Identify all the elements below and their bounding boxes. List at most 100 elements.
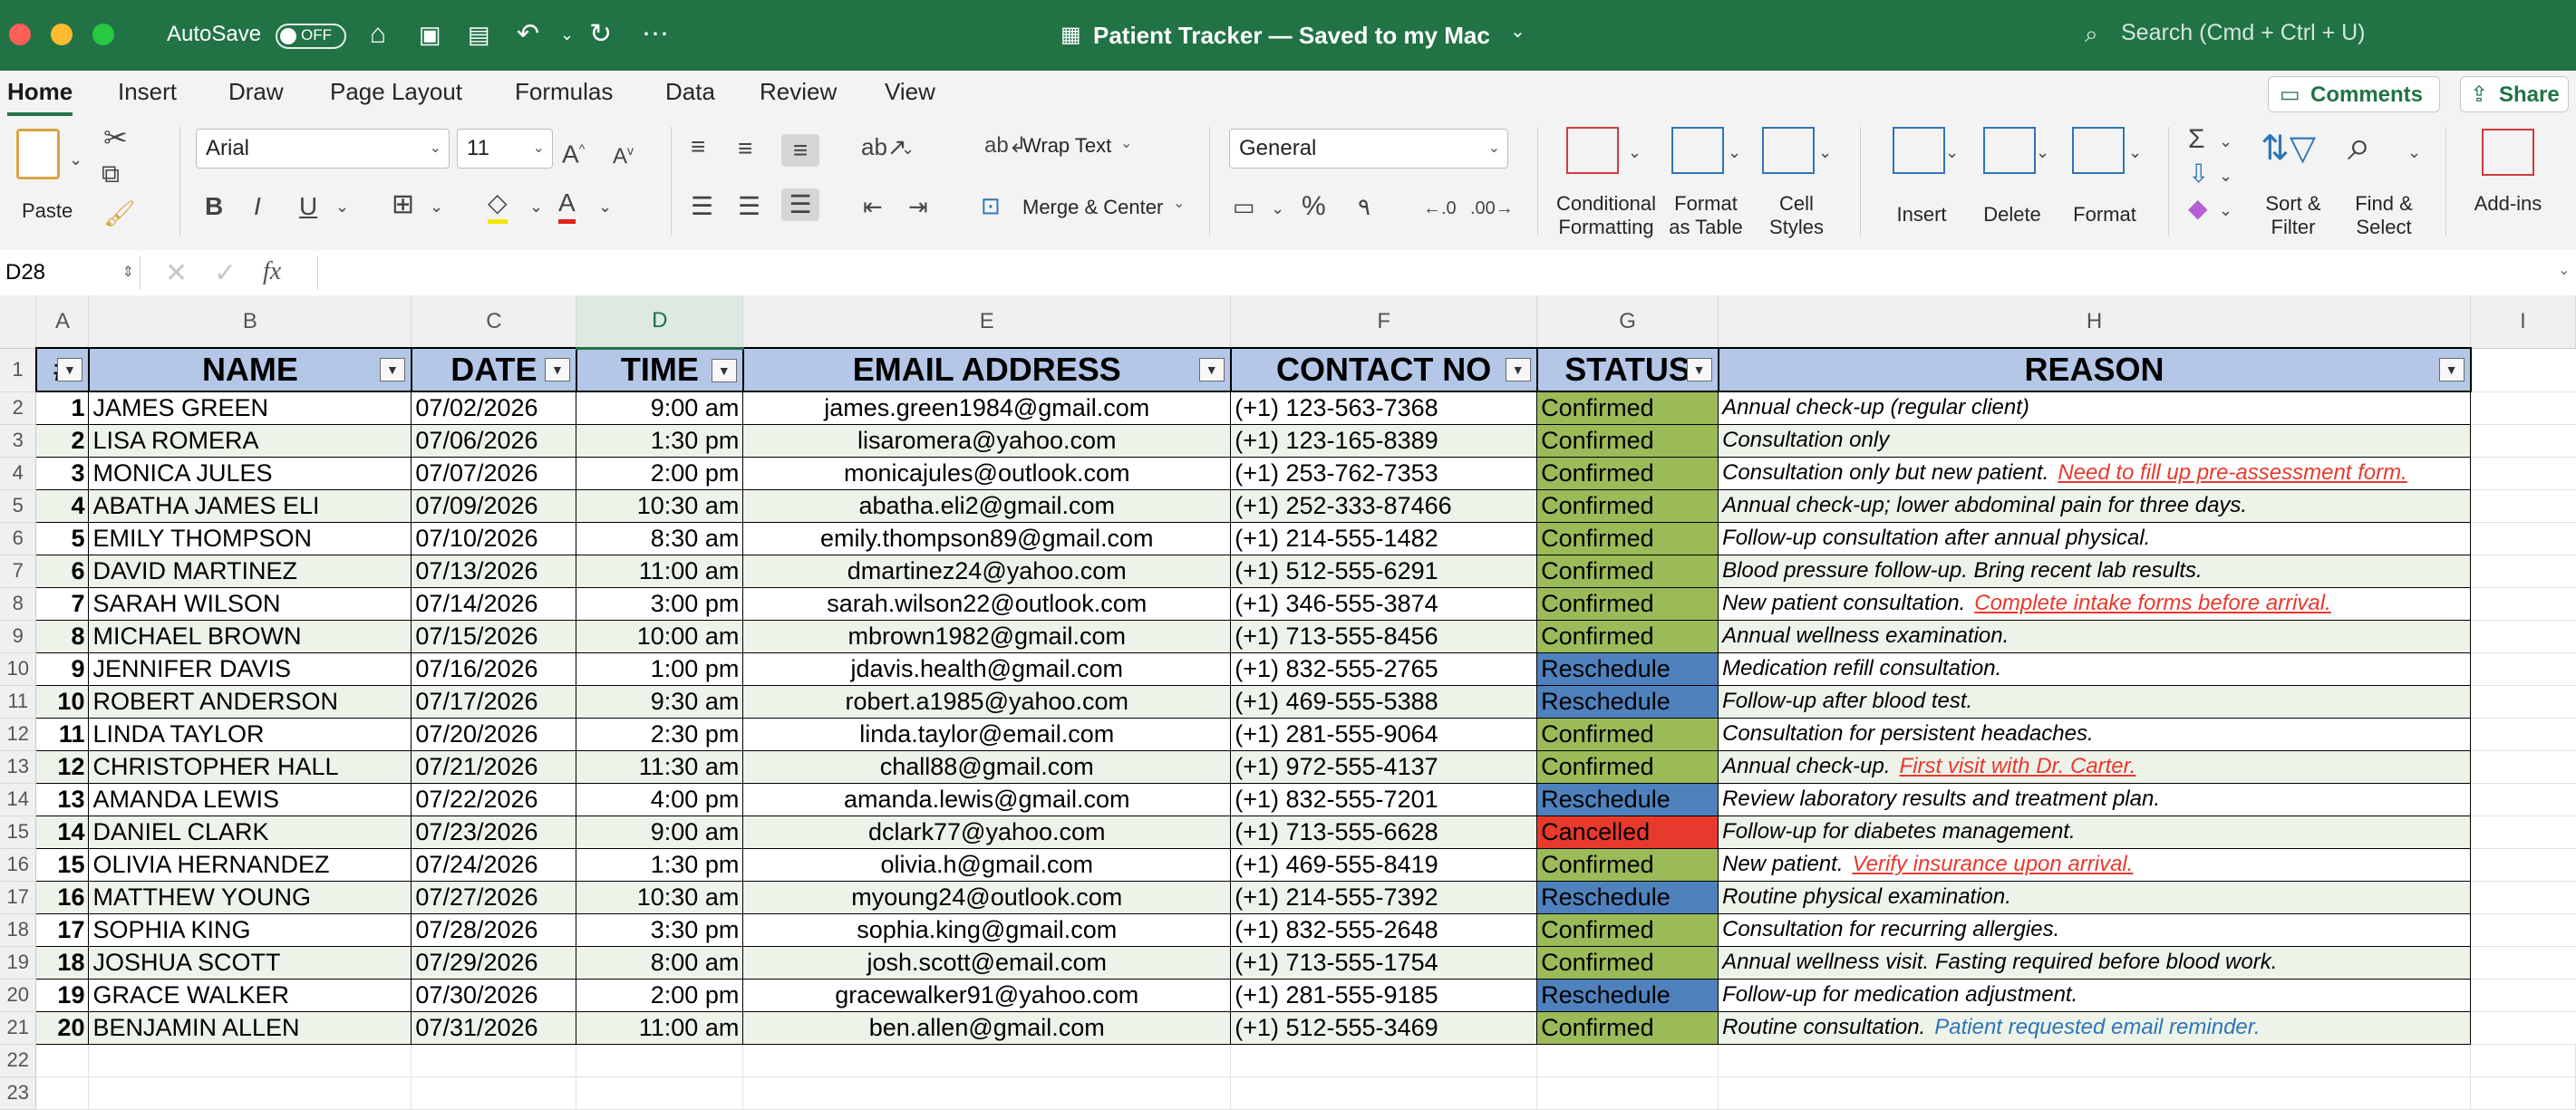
cell-number[interactable]: 18 xyxy=(35,945,90,980)
empty-cell[interactable] xyxy=(2470,848,2576,882)
cell-contact[interactable]: (+1) 469-555-8419 xyxy=(1230,847,1538,882)
empty-cell[interactable] xyxy=(2470,587,2576,621)
cell-status[interactable]: Confirmed xyxy=(1536,554,1719,588)
cell-status[interactable]: Confirmed xyxy=(1536,749,1719,784)
row-header[interactable]: 19 xyxy=(0,946,37,980)
copy-icon[interactable]: ⧉ xyxy=(102,158,120,190)
cell-contact[interactable]: (+1) 713-555-8456 xyxy=(1230,619,1538,653)
cell-status[interactable]: Confirmed xyxy=(1536,717,1719,751)
cell-time[interactable]: 3:30 pm xyxy=(576,912,744,947)
row-header[interactable]: 15 xyxy=(0,816,37,849)
decrease-font-size-icon[interactable]: Av xyxy=(613,134,634,173)
cell-reason[interactable]: Follow-up consultation after annual phys… xyxy=(1718,521,2472,555)
cell-name[interactable]: EMILY THOMPSON xyxy=(88,521,412,555)
cell-email[interactable]: lisaromera@yahoo.com xyxy=(742,423,1232,458)
empty-cell[interactable] xyxy=(576,1076,744,1110)
cell-status[interactable]: Confirmed xyxy=(1536,488,1719,523)
cell-date[interactable]: 07/16/2026 xyxy=(411,652,577,686)
cell-date[interactable]: 07/07/2026 xyxy=(411,456,577,490)
column-header-b[interactable]: B xyxy=(88,295,412,349)
column-header-e[interactable]: E xyxy=(742,295,1232,349)
cell-date[interactable]: 07/14/2026 xyxy=(411,586,577,621)
sort-filter-button[interactable]: ⇅▽ Sort & Filter xyxy=(2248,127,2339,243)
row-header[interactable]: 4 xyxy=(0,457,37,490)
row-header[interactable]: 1 xyxy=(0,348,37,392)
cell-time[interactable]: 1:30 pm xyxy=(576,847,744,882)
orientation-dropdown-icon[interactable]: ⌄ xyxy=(901,132,915,165)
borders-dropdown-icon[interactable]: ⌄ xyxy=(430,190,443,223)
empty-cell[interactable] xyxy=(411,1044,577,1077)
cell-contact[interactable]: (+1) 713-555-1754 xyxy=(1230,945,1538,980)
cell-reason[interactable]: Routine physical examination. xyxy=(1718,880,2472,914)
empty-cell[interactable] xyxy=(88,1076,412,1110)
column-header-c[interactable]: C xyxy=(411,295,577,349)
cell-name[interactable]: LISA ROMERA xyxy=(88,423,412,458)
row-header[interactable]: 23 xyxy=(0,1076,37,1110)
filter-dropdown-icon[interactable]: ▼ xyxy=(1505,358,1531,381)
align-left-icon[interactable]: ☰ xyxy=(691,190,713,223)
tab-formulas[interactable]: Formulas xyxy=(515,71,613,112)
cell-email[interactable]: josh.scott@email.com xyxy=(742,945,1232,980)
row-header[interactable]: 11 xyxy=(0,685,37,719)
cell-contact[interactable]: (+1) 972-555-4137 xyxy=(1230,749,1538,784)
tab-home[interactable]: Home xyxy=(7,71,73,116)
format-painter-icon[interactable]: 🖌 xyxy=(103,198,136,230)
cell-number[interactable]: 8 xyxy=(35,619,90,653)
cell-email[interactable]: monicajules@outlook.com xyxy=(742,456,1232,490)
cell-name[interactable]: JOSHUA SCOTT xyxy=(88,945,412,980)
increase-font-size-icon[interactable]: A^ xyxy=(562,132,585,170)
cell-date[interactable]: 07/10/2026 xyxy=(411,521,577,555)
empty-cell[interactable] xyxy=(2470,979,2576,1012)
cell-date[interactable]: 07/27/2026 xyxy=(411,880,577,914)
cell-email[interactable]: sophia.king@gmail.com xyxy=(742,912,1232,947)
cell-date[interactable]: 07/02/2026 xyxy=(411,391,577,425)
cell-email[interactable]: chall88@gmail.com xyxy=(742,749,1232,784)
font-name-select[interactable]: Arial ⌄ xyxy=(196,129,450,169)
cell-number[interactable]: 16 xyxy=(35,880,90,914)
cell-name[interactable]: LINDA TAYLOR xyxy=(88,717,412,751)
empty-cell[interactable] xyxy=(1718,1044,2472,1077)
cell-email[interactable]: olivia.h@gmail.com xyxy=(742,847,1232,882)
cell-reason[interactable]: Consultation for recurring allergies. xyxy=(1718,912,2472,947)
cell-date[interactable]: 07/23/2026 xyxy=(411,815,577,849)
worksheet-grid[interactable]: ABCDEFGHI1#▼NAME▼DATE▼TIME▼EMAIL ADDRESS… xyxy=(0,295,2576,1110)
currency-dropdown-icon[interactable]: ⌄ xyxy=(1271,192,1284,225)
empty-cell[interactable] xyxy=(2470,783,2576,816)
fill-dropdown-icon[interactable]: ⌄ xyxy=(2219,159,2232,192)
cell-name[interactable]: DANIEL CLARK xyxy=(88,815,412,849)
cell-reason[interactable]: Annual wellness examination. xyxy=(1718,619,2472,653)
cell-date[interactable]: 07/22/2026 xyxy=(411,782,577,816)
row-header[interactable]: 3 xyxy=(0,424,37,458)
cell-date[interactable]: 07/06/2026 xyxy=(411,423,577,458)
cell-status[interactable]: Confirmed xyxy=(1536,521,1719,555)
row-header[interactable]: 18 xyxy=(0,913,37,947)
empty-cell[interactable] xyxy=(2470,620,2576,653)
save-as-icon[interactable]: ▤ xyxy=(468,18,490,51)
cell-reason[interactable]: New patient consultation. Complete intake… xyxy=(1718,586,2472,621)
select-all-corner[interactable] xyxy=(0,295,37,349)
filter-dropdown-icon[interactable]: ▼ xyxy=(379,358,405,381)
cell-status[interactable]: Cancelled xyxy=(1536,815,1719,849)
cell-status[interactable]: Confirmed xyxy=(1536,847,1719,882)
cell-reason[interactable]: Follow-up for medication adjustment. xyxy=(1718,978,2472,1012)
cell-name[interactable]: MICHAEL BROWN xyxy=(88,619,412,653)
cell-reason[interactable]: New patient. Verify insurance upon arriva… xyxy=(1718,847,2472,882)
fill-icon[interactable]: ⇩ xyxy=(2188,158,2209,190)
bold-button[interactable]: B xyxy=(205,190,223,223)
row-header[interactable]: 14 xyxy=(0,783,37,816)
tab-review[interactable]: Review xyxy=(760,71,837,112)
cell-status[interactable]: Confirmed xyxy=(1536,912,1719,947)
cell-reason[interactable]: Annual check-up (regular client) xyxy=(1718,391,2472,425)
row-header[interactable]: 13 xyxy=(0,750,37,784)
row-header[interactable]: 9 xyxy=(0,620,37,653)
minimize-window-button[interactable] xyxy=(51,24,73,45)
cell-date[interactable]: 07/21/2026 xyxy=(411,749,577,784)
cell-name[interactable]: JENNIFER DAVIS xyxy=(88,652,412,686)
decrease-decimal-icon[interactable]: .00→ xyxy=(1470,192,1514,225)
cell-name[interactable]: JAMES GREEN xyxy=(88,391,412,425)
cell-reason[interactable]: Annual wellness visit. Fasting required … xyxy=(1718,945,2472,980)
column-header-h[interactable]: H xyxy=(1718,295,2472,349)
cell-reason[interactable]: Medication refill consultation. xyxy=(1718,652,2472,686)
paste-dropdown-icon[interactable]: ⌄ xyxy=(69,143,82,176)
increase-decimal-icon[interactable]: ←.0 xyxy=(1423,192,1457,225)
